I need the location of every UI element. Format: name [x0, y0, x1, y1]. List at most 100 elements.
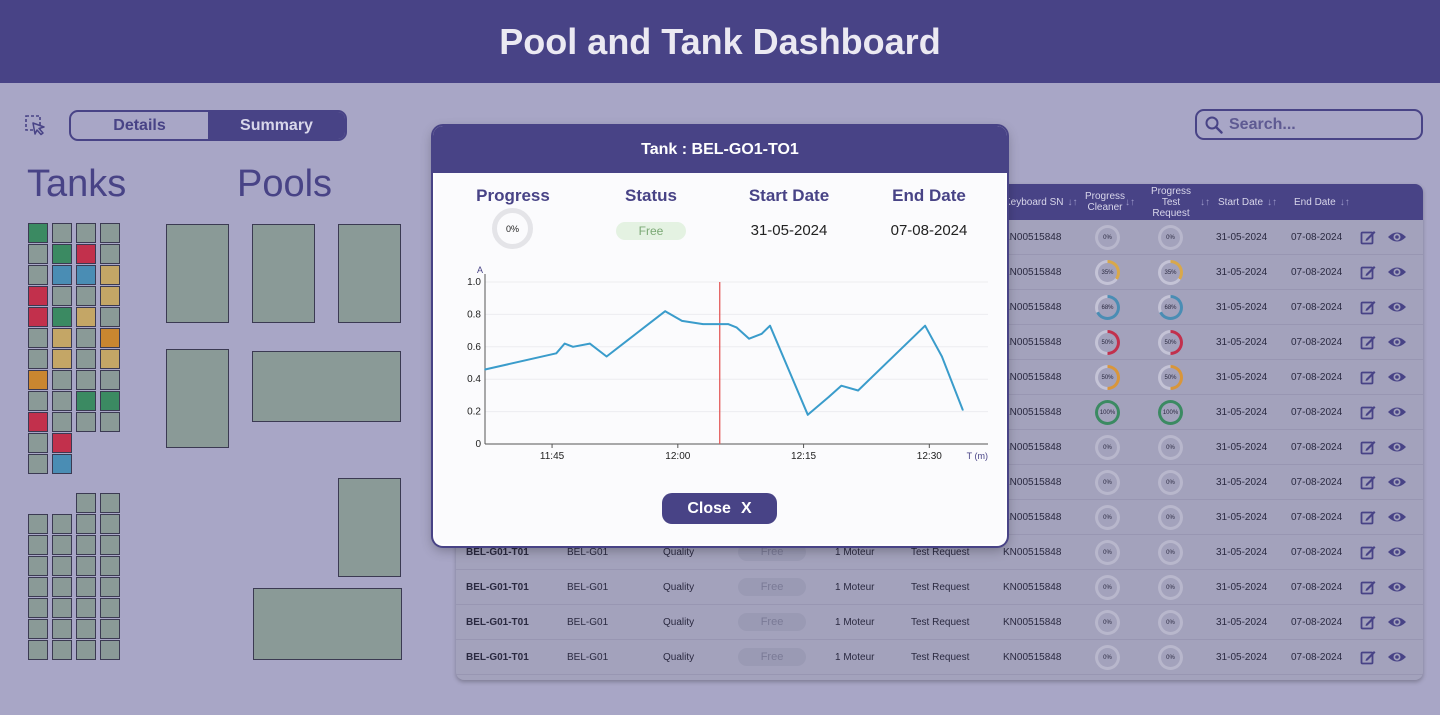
tank-cell[interactable]	[28, 370, 48, 390]
tank-cell[interactable]	[76, 349, 96, 369]
view-eye-icon[interactable]	[1387, 300, 1407, 314]
sort-arrows-icon[interactable]: ↓↑	[1267, 197, 1277, 208]
pool-tile[interactable]	[338, 224, 401, 323]
view-eye-icon[interactable]	[1387, 230, 1407, 244]
tank-cell[interactable]	[100, 265, 120, 285]
tank-cell[interactable]	[28, 265, 48, 285]
view-eye-icon[interactable]	[1387, 650, 1407, 664]
edit-icon[interactable]	[1360, 439, 1376, 455]
search-box[interactable]	[1195, 109, 1423, 140]
tank-cell[interactable]	[76, 493, 96, 513]
tank-cell[interactable]	[76, 265, 96, 285]
tank-cell[interactable]	[100, 328, 120, 348]
tank-cell[interactable]	[100, 556, 120, 576]
tank-cell[interactable]	[28, 598, 48, 618]
tank-cell[interactable]	[28, 433, 48, 453]
tank-cell[interactable]	[52, 640, 72, 660]
pool-tile[interactable]	[253, 588, 402, 660]
sort-arrows-icon[interactable]: ↓↑	[1200, 197, 1210, 208]
search-input[interactable]	[1229, 115, 1419, 134]
table-row[interactable]: BEL-G01-T01 BEL-G01 Quality 1 Moteur Test Re…	[456, 570, 1423, 605]
tank-cell[interactable]	[100, 640, 120, 660]
tank-cell[interactable]	[52, 412, 72, 432]
tank-cell[interactable]	[52, 370, 72, 390]
view-eye-icon[interactable]	[1387, 475, 1407, 489]
tank-cell[interactable]	[28, 514, 48, 534]
pool-tile[interactable]	[166, 224, 229, 323]
edit-icon[interactable]	[1360, 544, 1376, 560]
tank-cell[interactable]	[28, 412, 48, 432]
sort-arrows-icon[interactable]: ↓↑	[1125, 197, 1135, 208]
tank-cell[interactable]	[52, 349, 72, 369]
edit-icon[interactable]	[1360, 474, 1376, 490]
col-keyboard-sn[interactable]: Keyboard SN ↓↑	[1004, 184, 1079, 220]
tank-cell[interactable]	[76, 244, 96, 264]
pool-tile[interactable]	[166, 349, 229, 448]
tank-cell[interactable]	[76, 577, 96, 597]
tank-cell[interactable]	[76, 619, 96, 639]
tank-cell[interactable]	[100, 598, 120, 618]
edit-icon[interactable]	[1360, 229, 1376, 245]
tank-cell[interactable]	[76, 286, 96, 306]
sort-arrows-icon[interactable]: ↓↑	[1340, 197, 1350, 208]
tank-cell[interactable]	[28, 307, 48, 327]
tank-cell[interactable]	[52, 433, 72, 453]
view-eye-icon[interactable]	[1387, 405, 1407, 419]
tank-cell[interactable]	[28, 328, 48, 348]
tank-cell[interactable]	[28, 577, 48, 597]
details-tab[interactable]: Details	[71, 112, 208, 139]
edit-icon[interactable]	[1360, 264, 1376, 280]
tank-cell[interactable]	[76, 391, 96, 411]
tank-cell[interactable]	[28, 286, 48, 306]
tank-cell[interactable]	[52, 223, 72, 243]
view-eye-icon[interactable]	[1387, 580, 1407, 594]
tank-cell[interactable]	[52, 454, 72, 474]
tank-cell[interactable]	[52, 535, 72, 555]
tank-cell[interactable]	[52, 598, 72, 618]
tank-cell[interactable]	[28, 556, 48, 576]
pool-tile[interactable]	[252, 351, 401, 422]
tank-cell[interactable]	[100, 493, 120, 513]
tank-cell[interactable]	[52, 244, 72, 264]
tank-cell[interactable]	[76, 307, 96, 327]
tank-cell[interactable]	[28, 454, 48, 474]
col-start-date[interactable]: Start Date ↓↑	[1218, 184, 1288, 220]
tank-cell[interactable]	[100, 349, 120, 369]
edit-icon[interactable]	[1360, 614, 1376, 630]
tank-cell[interactable]	[100, 223, 120, 243]
tank-cell[interactable]	[28, 223, 48, 243]
tank-cell[interactable]	[52, 556, 72, 576]
edit-icon[interactable]	[1360, 334, 1376, 350]
edit-icon[interactable]	[1360, 299, 1376, 315]
view-eye-icon[interactable]	[1387, 510, 1407, 524]
tank-cell[interactable]	[100, 391, 120, 411]
tank-cell[interactable]	[100, 577, 120, 597]
tank-cell[interactable]	[52, 328, 72, 348]
view-eye-icon[interactable]	[1387, 615, 1407, 629]
edit-icon[interactable]	[1360, 369, 1376, 385]
close-button[interactable]: Close X	[662, 493, 777, 524]
view-eye-icon[interactable]	[1387, 335, 1407, 349]
col-progress-cleaner[interactable]: Progress Cleaner ↓↑	[1085, 184, 1135, 220]
tank-cell[interactable]	[76, 223, 96, 243]
sort-arrows-icon[interactable]: ↓↑	[1067, 197, 1077, 208]
view-eye-icon[interactable]	[1387, 265, 1407, 279]
tank-cell[interactable]	[52, 265, 72, 285]
col-progress-test[interactable]: Progress Test Request ↓↑	[1141, 184, 1211, 220]
tank-cell[interactable]	[100, 514, 120, 534]
tank-cell[interactable]	[28, 349, 48, 369]
view-eye-icon[interactable]	[1387, 370, 1407, 384]
tank-cell[interactable]	[76, 412, 96, 432]
view-eye-icon[interactable]	[1387, 545, 1407, 559]
tank-cell[interactable]	[100, 619, 120, 639]
tank-cell[interactable]	[28, 244, 48, 264]
edit-icon[interactable]	[1360, 404, 1376, 420]
tank-cell[interactable]	[52, 307, 72, 327]
tank-cell[interactable]	[76, 370, 96, 390]
edit-icon[interactable]	[1360, 509, 1376, 525]
tank-cell[interactable]	[76, 514, 96, 534]
tank-cell[interactable]	[28, 391, 48, 411]
edit-icon[interactable]	[1360, 649, 1376, 665]
tank-cell[interactable]	[76, 640, 96, 660]
pool-tile[interactable]	[338, 478, 401, 577]
